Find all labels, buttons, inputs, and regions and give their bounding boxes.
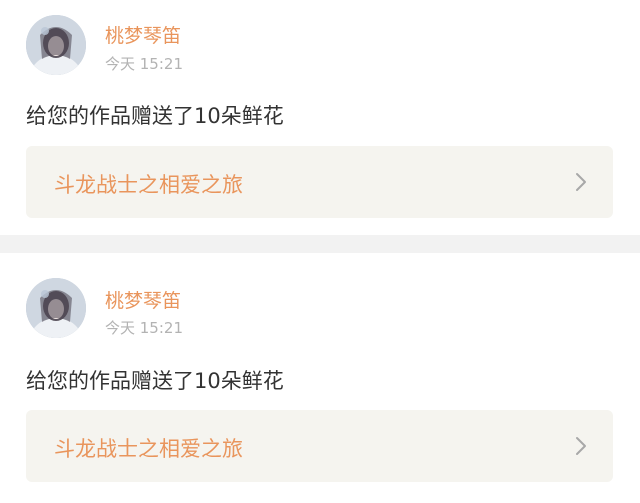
username[interactable]: 桃梦琴笛 (105, 21, 181, 48)
username[interactable]: 桃梦琴笛 (105, 286, 181, 313)
notification-card: 桃梦琴笛 今天 15:21 给您的作品赠送了10朵鲜花 斗龙战士之相爱之旅 (0, 0, 640, 235)
work-link-card[interactable]: 斗龙战士之相爱之旅 (26, 146, 613, 218)
user-avatar[interactable] (26, 278, 86, 338)
timestamp: 今天 15:21 (105, 55, 183, 73)
chevron-right-icon (575, 172, 587, 192)
work-link-card[interactable]: 斗龙战士之相爱之旅 (26, 410, 613, 482)
notification-message: 给您的作品赠送了10朵鲜花 (26, 104, 284, 128)
notification-card: 桃梦琴笛 今天 15:21 给您的作品赠送了10朵鲜花 斗龙战士之相爱之旅 (0, 253, 640, 503)
work-title: 斗龙战士之相爱之旅 (54, 173, 243, 197)
work-title: 斗龙战士之相爱之旅 (54, 437, 243, 461)
avatar-image (26, 278, 86, 338)
avatar-image (26, 15, 86, 75)
notification-message: 给您的作品赠送了10朵鲜花 (26, 369, 284, 393)
notification-feed: 桃梦琴笛 今天 15:21 给您的作品赠送了10朵鲜花 斗龙战士之相爱之旅 桃梦… (0, 0, 640, 503)
user-avatar[interactable] (26, 15, 86, 75)
chevron-right-icon (575, 436, 587, 456)
timestamp: 今天 15:21 (105, 319, 183, 337)
